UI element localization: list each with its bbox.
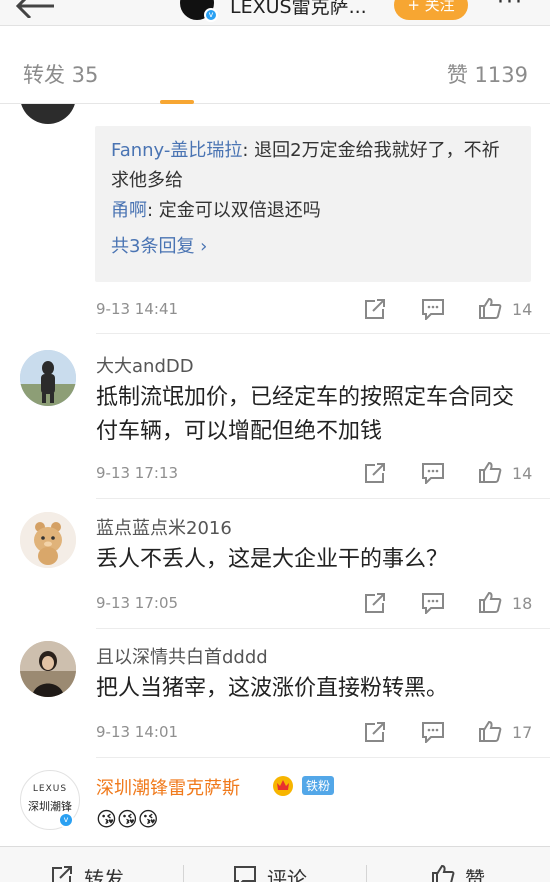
tab-bar: 转发 35 评论 361 赞 1139 bbox=[0, 26, 550, 158]
like-icon[interactable] bbox=[431, 864, 455, 882]
comment-username[interactable]: 且以深情共白首dddd bbox=[96, 643, 268, 669]
share-icon[interactable] bbox=[363, 462, 387, 484]
reply-user[interactable]: Fanny-盖比瑞拉 bbox=[111, 140, 242, 161]
repost-icon[interactable] bbox=[50, 865, 74, 882]
comment-text: 把人当猪宰，这波涨价直接粉转黑。 bbox=[96, 676, 449, 701]
avatar[interactable] bbox=[20, 641, 76, 697]
fan-badge[interactable]: 铁粉 bbox=[302, 776, 335, 795]
comment-icon[interactable] bbox=[233, 865, 257, 882]
like-count: 17 bbox=[512, 723, 533, 742]
comment-time: 9-13 17:13 bbox=[96, 464, 179, 482]
tab-repost[interactable]: 转发 35 bbox=[23, 59, 98, 89]
divider bbox=[366, 865, 367, 882]
avatar-image bbox=[20, 350, 76, 406]
comment-icon[interactable] bbox=[421, 592, 445, 614]
comment-time: 9-13 14:41 bbox=[96, 300, 179, 318]
bottom-action-bar: 转发 评论 赞 bbox=[0, 846, 550, 882]
like-icon[interactable] bbox=[478, 297, 502, 319]
comment-time: 9-13 17:05 bbox=[96, 594, 179, 612]
comment-list[interactable]: Fanny-盖比瑞拉: 退回2万定金给我就好了，不祈求他多给 甬啊: 定金可以双… bbox=[0, 104, 550, 846]
follow-button[interactable]: + 关注 bbox=[394, 0, 468, 20]
avatar[interactable] bbox=[20, 512, 76, 568]
back-arrow-icon[interactable] bbox=[14, 0, 56, 18]
share-icon[interactable] bbox=[363, 721, 387, 743]
avatar-logo-text: LEXUS bbox=[32, 784, 68, 794]
like-count: 14 bbox=[512, 300, 533, 319]
reply-text: : 定金可以双倍退还吗 bbox=[147, 200, 321, 221]
comment-icon[interactable] bbox=[421, 298, 445, 320]
like-button[interactable]: 赞 bbox=[465, 863, 485, 882]
share-icon[interactable] bbox=[363, 592, 387, 614]
comment-text: 抵制流氓加价，已经定车的按照定车合同交付车辆，可以增配但绝不加钱 bbox=[96, 385, 515, 444]
reply-user[interactable]: 甬啊 bbox=[111, 200, 147, 221]
divider bbox=[96, 628, 550, 629]
tab-likes[interactable]: 赞 1139 bbox=[447, 59, 528, 89]
reply-item: 甬啊: 定金可以双倍退还吗 bbox=[111, 196, 515, 226]
like-icon[interactable] bbox=[478, 720, 502, 742]
comment-username[interactable]: 大大andDD bbox=[96, 352, 194, 378]
comment-icon[interactable] bbox=[421, 462, 445, 484]
comment-username[interactable]: 深圳潮锋雷克萨斯 bbox=[96, 774, 240, 800]
account-name[interactable]: LEXUS雷克萨... bbox=[230, 0, 367, 19]
share-icon[interactable] bbox=[363, 298, 387, 320]
crown-icon bbox=[273, 776, 293, 796]
verified-icon: v bbox=[58, 812, 74, 828]
avatar-image bbox=[20, 512, 76, 568]
like-icon[interactable] bbox=[478, 591, 502, 613]
like-icon[interactable] bbox=[478, 461, 502, 483]
more-icon[interactable]: ··· bbox=[497, 0, 524, 15]
avatar[interactable] bbox=[20, 350, 76, 406]
like-count: 18 bbox=[512, 594, 533, 613]
comment-text: 丢人不丢人，这是大企业干的事么？ bbox=[96, 547, 449, 572]
comment-button[interactable]: 评论 bbox=[267, 863, 307, 882]
divider bbox=[96, 757, 550, 758]
divider bbox=[183, 865, 184, 882]
like-count: 14 bbox=[512, 464, 533, 483]
comment-emoji: 😘😘😘 bbox=[96, 807, 159, 831]
comment-icon[interactable] bbox=[421, 721, 445, 743]
top-bar: v LEXUS雷克萨... + 关注 ··· bbox=[0, 0, 550, 26]
comment-time: 9-13 14:01 bbox=[96, 723, 179, 741]
verified-icon: v bbox=[204, 8, 218, 22]
avatar-logo-subtext: 深圳潮锋 bbox=[28, 800, 72, 813]
reply-item: Fanny-盖比瑞拉: 退回2万定金给我就好了，不祈求他多给 bbox=[111, 136, 515, 196]
comment-username[interactable]: 蓝点蓝点米2016 bbox=[96, 514, 232, 540]
divider bbox=[96, 498, 550, 499]
avatar-image bbox=[20, 641, 76, 697]
divider bbox=[96, 333, 550, 334]
more-replies-link[interactable]: 共3条回复 › bbox=[111, 232, 515, 258]
repost-button[interactable]: 转发 bbox=[84, 863, 124, 882]
avatar[interactable] bbox=[20, 104, 76, 124]
reply-box[interactable]: Fanny-盖比瑞拉: 退回2万定金给我就好了，不祈求他多给 甬啊: 定金可以双… bbox=[95, 126, 531, 282]
